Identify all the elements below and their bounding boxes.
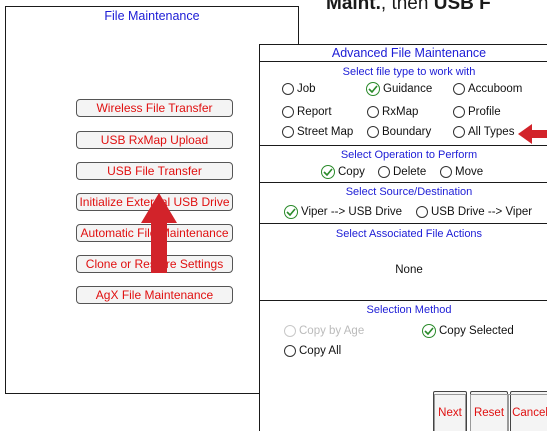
- radio-icon: [282, 126, 294, 138]
- radio-icon: [453, 83, 465, 95]
- radio-icon: [440, 166, 452, 178]
- file-type-all-types-label: All Types: [468, 126, 515, 138]
- radio-icon: [284, 345, 296, 357]
- advanced-title: Advanced File Maintenance: [331, 46, 487, 60]
- check-circle-icon: [366, 82, 380, 96]
- radio-icon: [367, 106, 379, 118]
- source-usb-to-viper[interactable]: USB Drive --> Viper: [416, 206, 532, 218]
- operation-delete-label: Delete: [393, 166, 427, 178]
- selection-header: Selection Method: [366, 304, 452, 316]
- check-circle-icon: [284, 205, 298, 219]
- file-type-accuboom[interactable]: Accuboom: [453, 83, 522, 95]
- cancel-button-label: Cancel: [508, 393, 547, 431]
- operation-move[interactable]: Move: [440, 166, 483, 178]
- operation-copy-label: Copy: [338, 166, 365, 178]
- next-button-label: Next: [434, 393, 466, 431]
- radio-icon: [367, 126, 379, 138]
- caption-text: , then: [380, 0, 434, 14]
- radio-icon: [453, 126, 465, 138]
- file-type-guidance-label: Guidance: [383, 83, 433, 95]
- divider: [260, 300, 547, 301]
- caption-bold-maint: Maint.: [326, 0, 381, 14]
- reset-button-label: Reset: [469, 393, 509, 431]
- file-type-profile-label: Profile: [468, 106, 501, 118]
- file-type-rxmap[interactable]: RxMap: [367, 106, 418, 118]
- radio-icon: [282, 83, 294, 95]
- file-type-report[interactable]: Report: [282, 106, 332, 118]
- check-circle-icon: [321, 165, 335, 179]
- operation-delete[interactable]: Delete: [378, 166, 426, 178]
- file-maintenance-title: File Maintenance: [104, 9, 200, 23]
- usb-file-transfer-button[interactable]: USB File Transfer: [76, 162, 233, 180]
- file-type-boundary[interactable]: Boundary: [367, 126, 431, 138]
- next-button[interactable]: Next: [433, 391, 467, 431]
- radio-icon: [416, 206, 428, 218]
- red-left-arrow-icon: [518, 124, 547, 144]
- divider: [260, 182, 547, 183]
- radio-icon: [284, 325, 296, 337]
- wireless-file-transfer-button[interactable]: Wireless File Transfer: [76, 99, 233, 117]
- file-type-street-map[interactable]: Street Map: [282, 126, 353, 138]
- selection-copy-by-age[interactable]: Copy by Age: [284, 325, 364, 337]
- instruction-caption: Maint., then USB F: [326, 0, 491, 15]
- selection-copy-all[interactable]: Copy All: [284, 345, 341, 357]
- source-viper-to-usb-label: Viper --> USB Drive: [301, 206, 403, 218]
- cancel-button[interactable]: Cancel: [508, 391, 547, 431]
- source-header: Select Source/Destination: [345, 186, 473, 198]
- usb-rxmap-upload-button[interactable]: USB RxMap Upload: [76, 131, 233, 149]
- file-type-header: Select file type to work with: [342, 66, 476, 78]
- check-circle-icon: [422, 324, 436, 338]
- file-type-street-map-label: Street Map: [297, 126, 354, 138]
- operation-header: Select Operation to Perform: [340, 149, 478, 161]
- actions-value: None: [395, 264, 423, 276]
- file-type-job[interactable]: Job: [282, 83, 316, 95]
- file-type-all-types[interactable]: All Types: [453, 126, 514, 138]
- file-type-profile[interactable]: Profile: [453, 106, 501, 118]
- selection-copy-selected[interactable]: Copy Selected: [422, 324, 514, 338]
- source-viper-to-usb[interactable]: Viper --> USB Drive: [284, 205, 402, 219]
- file-type-report-label: Report: [297, 106, 332, 118]
- agx-file-maintenance-button[interactable]: AgX File Maintenance: [76, 286, 233, 304]
- selection-copy-by-age-label: Copy by Age: [299, 325, 365, 337]
- operation-copy[interactable]: Copy: [321, 165, 365, 179]
- file-type-guidance[interactable]: Guidance: [366, 82, 432, 96]
- radio-icon: [378, 166, 390, 178]
- caption-bold-usb: USB F: [433, 0, 491, 14]
- divider: [260, 145, 547, 146]
- selection-copy-all-label: Copy All: [299, 345, 342, 357]
- source-usb-to-viper-label: USB Drive --> Viper: [431, 206, 533, 218]
- divider: [260, 61, 547, 62]
- file-type-job-label: Job: [297, 83, 316, 95]
- actions-header: Select Associated File Actions: [335, 228, 483, 240]
- radio-icon: [282, 106, 294, 118]
- advanced-file-maintenance-panel: Advanced File Maintenance Select file ty…: [259, 44, 547, 431]
- reset-button[interactable]: Reset: [469, 391, 509, 431]
- operation-move-label: Move: [455, 166, 484, 178]
- selection-copy-selected-label: Copy Selected: [439, 325, 514, 337]
- file-type-rxmap-label: RxMap: [382, 106, 419, 118]
- red-up-arrow-icon: [141, 193, 177, 273]
- radio-icon: [453, 106, 465, 118]
- divider: [260, 223, 547, 224]
- file-type-accuboom-label: Accuboom: [468, 83, 523, 95]
- file-type-boundary-label: Boundary: [382, 126, 432, 138]
